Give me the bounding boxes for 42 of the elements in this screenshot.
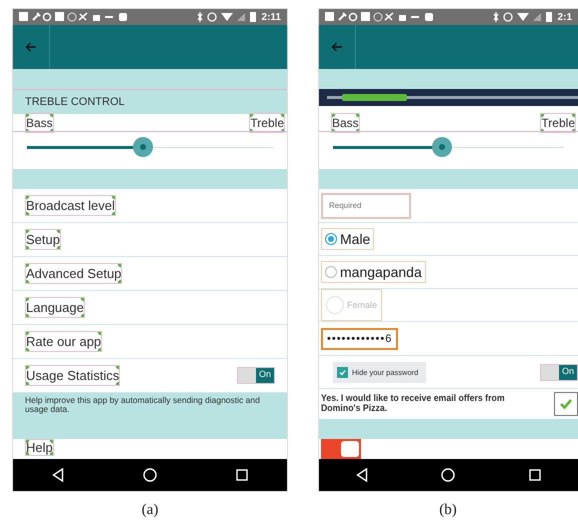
slider-label: Bass bbox=[25, 112, 54, 132]
section-header: TREBLE CONTROL bbox=[13, 89, 287, 114]
system-icons-drawing bbox=[492, 12, 554, 22]
recents-icon[interactable] bbox=[529, 469, 542, 481]
check-icon bbox=[559, 398, 573, 410]
status-time: 2:1 bbox=[558, 12, 572, 22]
figure-caption: (b) bbox=[439, 502, 457, 519]
list-item[interactable]: Setup bbox=[25, 229, 61, 250]
list-item[interactable]: Rate our app bbox=[25, 331, 102, 352]
list-item[interactable]: Language bbox=[25, 297, 85, 318]
slider-label: Treble bbox=[540, 112, 576, 132]
home-icon[interactable] bbox=[142, 468, 157, 482]
password-field[interactable]: ••••••••••••6 bbox=[321, 328, 398, 350]
slider-track[interactable] bbox=[333, 137, 564, 157]
offer-text: Yes. I would like to receive email offers from Domino's Pizza. bbox=[321, 394, 506, 414]
slider-label: Bass bbox=[331, 112, 360, 132]
status-time: 2:11 bbox=[262, 12, 281, 22]
list-item[interactable]: Help bbox=[25, 439, 54, 456]
back-arrow-icon[interactable] bbox=[331, 42, 343, 52]
slider-thumb[interactable] bbox=[132, 137, 153, 157]
toggle-switch[interactable]: On bbox=[237, 367, 275, 384]
slider-track[interactable] bbox=[27, 137, 273, 157]
checkbox[interactable] bbox=[554, 392, 578, 416]
radio-button[interactable]: Male bbox=[321, 228, 374, 250]
check-icon bbox=[339, 368, 346, 376]
toggle-switch[interactable] bbox=[321, 439, 361, 459]
back-icon[interactable] bbox=[52, 468, 64, 482]
list-item[interactable]: Usage Statistics bbox=[25, 365, 120, 386]
input-field[interactable]: Required bbox=[321, 192, 411, 218]
home-icon[interactable] bbox=[441, 468, 456, 482]
back-arrow-icon[interactable] bbox=[25, 42, 37, 52]
system-icons-drawing bbox=[196, 12, 258, 22]
back-icon[interactable] bbox=[356, 468, 368, 482]
figure-caption: (a) bbox=[142, 502, 158, 519]
list-item[interactable]: Broadcast level bbox=[25, 195, 116, 216]
recents-icon[interactable] bbox=[236, 469, 248, 481]
slider-label: Treble bbox=[249, 112, 285, 132]
list-item[interactable]: Advanced Setup bbox=[25, 263, 122, 284]
radio-button[interactable]: mangapanda bbox=[321, 261, 426, 283]
toggle-switch[interactable]: On bbox=[540, 364, 578, 380]
slider-thumb[interactable] bbox=[432, 137, 452, 157]
help-text: Help improve this app by automatically sending diagnostic and usage data. bbox=[13, 393, 287, 419]
